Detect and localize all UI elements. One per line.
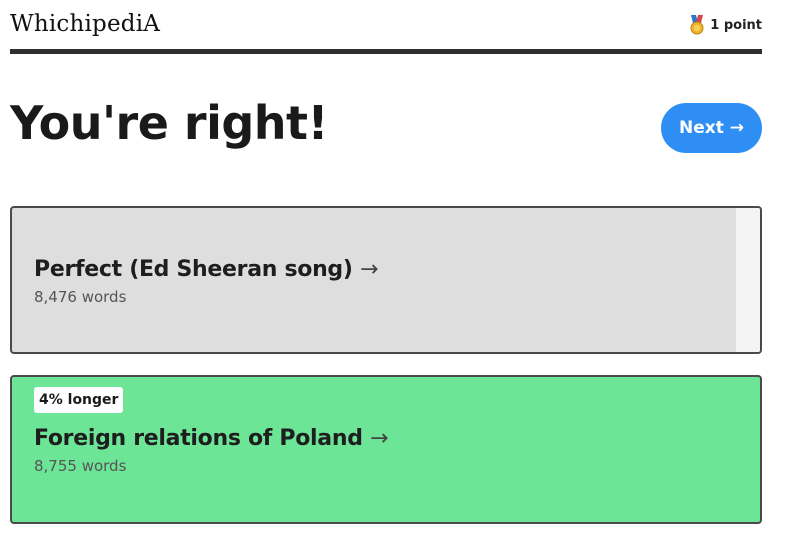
arrow-right-icon: → bbox=[370, 426, 389, 451]
length-bar-remainder bbox=[736, 208, 760, 352]
score-text: 1 point bbox=[710, 17, 762, 33]
page: WhichipediA 1 point You're right! Next →… bbox=[0, 0, 790, 535]
word-count: 8,476 words bbox=[34, 288, 127, 306]
header-divider bbox=[10, 49, 762, 54]
article-card-second[interactable]: 4% longer Foreign relations of Poland → … bbox=[10, 375, 762, 524]
header: WhichipediA 1 point bbox=[10, 10, 762, 40]
article-card-first[interactable]: Perfect (Ed Sheeran song) → 8,476 words bbox=[10, 206, 762, 354]
site-logo[interactable]: WhichipediA bbox=[10, 11, 160, 37]
result-title: You're right! bbox=[10, 96, 329, 150]
article-title-link[interactable]: Foreign relations of Poland → bbox=[34, 426, 388, 451]
article-title: Perfect (Ed Sheeran song) bbox=[34, 257, 353, 282]
article-title: Foreign relations of Poland bbox=[34, 426, 363, 451]
arrow-right-icon: → bbox=[360, 257, 379, 282]
word-count: 8,755 words bbox=[34, 457, 127, 475]
article-title-link[interactable]: Perfect (Ed Sheeran song) → bbox=[34, 257, 378, 282]
length-difference-badge: 4% longer bbox=[34, 387, 124, 413]
score-indicator: 1 point bbox=[688, 15, 762, 35]
medal-icon bbox=[690, 15, 704, 35]
next-button[interactable]: Next → bbox=[661, 103, 762, 153]
